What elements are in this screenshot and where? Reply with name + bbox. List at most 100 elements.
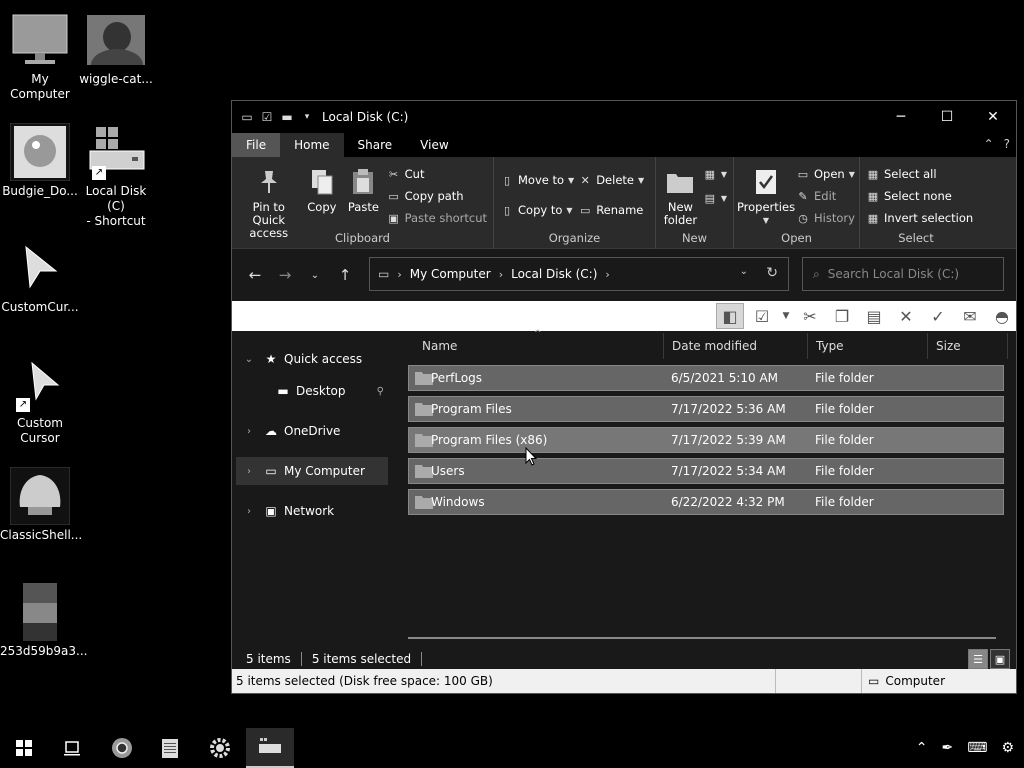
task-view-button[interactable] — [48, 728, 96, 768]
tab-view[interactable]: View — [406, 133, 462, 157]
minimize-button[interactable]: ─ — [878, 101, 924, 133]
chevron-up-icon[interactable]: ⌃ — [916, 740, 928, 756]
cut-icon[interactable]: ✂ — [796, 303, 824, 329]
rename-button[interactable]: ▭ Rename — [578, 201, 644, 219]
easy-access-button[interactable]: ▤ ▼ — [703, 189, 727, 207]
desktop-icon-custom-cursor-shortcut[interactable]: ↗ Custom Cursor — [0, 356, 80, 446]
horizontal-scrollbar[interactable] — [408, 637, 996, 639]
edit-button[interactable]: ✎ Edit — [796, 187, 855, 205]
nav-item-quick-access[interactable]: ⌄ ★ Quick access — [236, 345, 388, 373]
column-header-name[interactable]: Name ^ — [406, 329, 664, 359]
chevron-down-icon[interactable]: ▾ — [300, 110, 314, 124]
breadcrumb-local-disk[interactable]: Local Disk (C:) — [511, 267, 597, 281]
pen-icon[interactable]: ✒ — [941, 740, 953, 756]
chevron-down-icon[interactable]: ⌄ — [240, 354, 258, 365]
copy-path-button[interactable]: ▭ Copy path — [387, 187, 487, 205]
large-icons-view-icon[interactable]: ▣ — [990, 649, 1010, 669]
up-button[interactable]: ↑ — [330, 260, 360, 290]
select-all-button[interactable]: ▦ Select all — [866, 165, 973, 183]
open-button[interactable]: ▭ Open ▼ — [796, 165, 855, 183]
nav-item-desktop[interactable]: ▬ Desktop ⚲ — [236, 377, 388, 405]
chevron-right-icon[interactable]: › — [240, 426, 258, 437]
taskbar-settings[interactable] — [196, 728, 244, 768]
nav-item-network[interactable]: › ▣ Network — [236, 497, 388, 525]
address-dropdown-icon[interactable]: ⌄ — [740, 266, 748, 277]
chevron-down-icon[interactable]: ▼ — [780, 303, 792, 329]
file-type: File folder — [815, 433, 874, 447]
keyboard-icon[interactable]: ⌨ — [967, 740, 987, 756]
close-button[interactable]: ✕ — [970, 101, 1016, 133]
table-row[interactable]: Program Files (x86) 7/17/2022 5:39 AM Fi… — [408, 427, 1004, 453]
history-button[interactable]: ◷ History — [796, 209, 855, 227]
desktop-icon-budgie[interactable]: Budgie_Do... — [0, 123, 80, 199]
desktop-icon-wiggle-cat[interactable]: wiggle-cat... — [76, 12, 156, 87]
breadcrumb-my-computer[interactable]: My Computer — [410, 267, 491, 281]
image-thumbnail-icon — [10, 583, 70, 641]
invert-selection-button[interactable]: ▦ Invert selection — [866, 209, 973, 227]
copy-icon — [307, 167, 337, 197]
column-header-type[interactable]: Type — [808, 333, 928, 359]
title-bar[interactable]: ▭ ☑ ▬ ▾ Local Disk (C:) ─ ☐ ✕ — [232, 101, 1016, 133]
desktop-icon-classicshell[interactable]: ClassicShell... — [0, 467, 82, 543]
navigation-pane-icon[interactable]: ◧ — [716, 303, 744, 329]
desktop-icon-253d59b9a3[interactable]: 253d59b9a3... — [0, 583, 87, 659]
taskbar-file-explorer[interactable] — [246, 728, 294, 768]
forward-button[interactable]: → — [270, 260, 300, 290]
paste-shortcut-button[interactable]: ▣ Paste shortcut — [387, 209, 487, 227]
search-input[interactable]: ⌕ Search Local Disk (C:) — [802, 257, 1004, 291]
shortcut-arrow-icon: ↗ — [92, 166, 106, 180]
recent-locations-button[interactable]: ⌄ — [300, 260, 330, 290]
shell-icon[interactable]: ◓ — [988, 303, 1016, 329]
checkmark-icon[interactable]: ✓ — [924, 303, 952, 329]
column-header-date[interactable]: Date modified — [664, 333, 808, 359]
checkbox-view-icon[interactable]: ☑ — [748, 303, 776, 329]
nav-item-my-computer[interactable]: › ▭ My Computer — [236, 457, 388, 485]
computer-icon: ▭ — [868, 674, 880, 688]
copy-path-icon: ▭ — [388, 189, 399, 203]
select-none-button[interactable]: ▦ Select none — [866, 187, 973, 205]
folder-icon[interactable]: ▬ — [280, 110, 294, 124]
properties-icon[interactable]: ☑ — [260, 110, 274, 124]
table-row[interactable]: Program Files 7/17/2022 5:36 AM File fol… — [408, 396, 1004, 422]
email-icon[interactable]: ✉ — [956, 303, 984, 329]
tab-share[interactable]: Share — [344, 133, 407, 157]
move-to-button[interactable]: ▯ Move to ▼ — [500, 171, 574, 189]
desktop-icon-label: My Computer — [10, 72, 70, 101]
group-label: Open — [781, 231, 812, 245]
chevron-right-icon[interactable]: › — [499, 268, 503, 281]
tab-file[interactable]: File — [232, 133, 281, 157]
copy-icon[interactable]: ❐ — [828, 303, 856, 329]
address-bar[interactable]: ▭ › My Computer › Local Disk (C:) › ⌄ ↻ — [369, 257, 789, 291]
chevron-right-icon[interactable]: › — [240, 506, 258, 517]
table-row[interactable]: PerfLogs 6/5/2021 5:10 AM File folder — [408, 365, 1004, 391]
start-button[interactable] — [0, 728, 48, 768]
maximize-button[interactable]: ☐ — [924, 101, 970, 133]
table-row[interactable]: Windows 6/22/2022 4:32 PM File folder — [408, 489, 1004, 515]
pin-icon — [254, 167, 284, 197]
gear-icon[interactable]: ⚙ — [1001, 740, 1014, 756]
new-item-button[interactable]: ▦ ▼ — [703, 165, 727, 183]
nav-item-onedrive[interactable]: › ☁ OneDrive — [236, 417, 388, 445]
desktop-icon-local-disk-shortcut[interactable]: ↗ Local Disk (C) - Shortcut — [76, 124, 156, 229]
pin-icon[interactable]: ⚲ — [377, 386, 384, 397]
delete-button[interactable]: ✕ Delete ▼ — [578, 171, 645, 189]
tab-home[interactable]: Home — [280, 133, 344, 157]
taskbar-browser[interactable] — [98, 728, 146, 768]
chevron-right-icon[interactable]: › — [605, 268, 609, 281]
help-icon[interactable]: ? — [1004, 137, 1010, 151]
table-row[interactable]: Users 7/17/2022 5:34 AM File folder — [408, 458, 1004, 484]
column-header-size[interactable]: Size — [928, 333, 1008, 359]
collapse-ribbon-icon[interactable]: ⌃ — [984, 137, 994, 151]
delete-icon[interactable]: ✕ — [892, 303, 920, 329]
cut-button[interactable]: ✂ Cut — [387, 165, 487, 183]
details-view-icon[interactable]: ☰ — [968, 649, 988, 669]
taskbar-notepad[interactable] — [146, 728, 194, 768]
paste-icon[interactable]: ▤ — [860, 303, 888, 329]
back-button[interactable]: ← — [240, 260, 270, 290]
chevron-right-icon[interactable]: › — [240, 466, 258, 477]
desktop-icon-customcur[interactable]: CustomCur... — [0, 240, 80, 315]
desktop-icon-my-computer[interactable]: My Computer — [0, 12, 80, 102]
refresh-icon[interactable]: ↻ — [766, 265, 778, 281]
file-type: File folder — [815, 464, 874, 478]
copy-to-button[interactable]: ▯ Copy to ▼ — [500, 201, 574, 219]
